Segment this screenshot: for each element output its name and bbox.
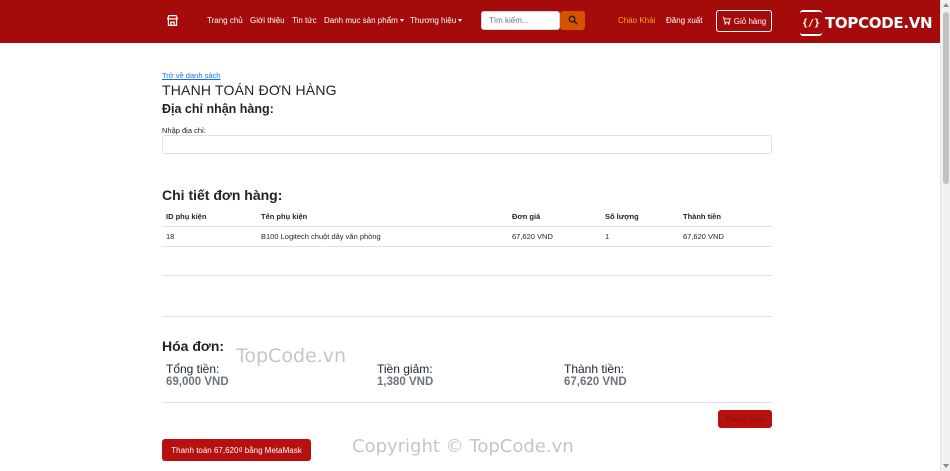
column-header-subtotal: Thành tiền [683, 212, 721, 221]
welcome-user[interactable]: Chào Khải [618, 16, 655, 25]
back-to-list-link[interactable]: Trở về danh sách [162, 71, 220, 80]
divider [162, 275, 772, 276]
total-label: Tổng tiền: [166, 362, 220, 376]
brand-logo[interactable]: {/} TOPCODE.VN [800, 9, 933, 37]
checkout-button[interactable]: Thanh toán [718, 410, 772, 428]
column-header-price: Đơn giá [512, 212, 541, 221]
nav-dropdown-brands[interactable]: Thương hiệu [410, 16, 463, 25]
cell-subtotal: 67,620 VND [683, 232, 724, 241]
nav-dropdown-categories[interactable]: Danh mục sản phẩm [324, 16, 404, 25]
chevron-down-icon [399, 19, 404, 22]
scroll-up-icon[interactable] [943, 3, 949, 7]
search-button[interactable] [560, 11, 585, 30]
page-scrollbar[interactable] [940, 0, 950, 471]
order-table: ID phụ kiện Tên phụ kiện Đơn giá Số lượn… [162, 207, 772, 247]
column-header-quantity: Số lượng [605, 212, 639, 221]
table-header-row: ID phụ kiện Tên phụ kiện Đơn giá Số lượn… [162, 207, 772, 227]
logout-link[interactable]: Đăng xuất [666, 16, 702, 25]
chevron-down-icon [458, 19, 463, 22]
total-value: 69,000 VND [166, 376, 229, 388]
watermark-text: TopCode.vn [236, 345, 347, 367]
scrollbar-thumb[interactable] [943, 12, 949, 184]
invoice-heading: Hóa đơn: [162, 338, 225, 354]
nav-link-news[interactable]: Tin tức [292, 16, 317, 25]
search-icon [568, 12, 578, 30]
final-total-value: 67,620 VND [564, 376, 627, 388]
discount-label: Tiền giảm: [377, 362, 433, 376]
page-title: THANH TOÁN ĐƠN HÀNG [162, 82, 337, 98]
address-input[interactable] [162, 135, 772, 154]
divider [162, 316, 772, 317]
address-label: Nhập địa chỉ: [162, 126, 206, 135]
metamask-pay-button[interactable]: Thanh toán 67,620₫ bằng MetaMask [162, 439, 311, 461]
store-icon[interactable] [166, 14, 179, 27]
table-row: 18 B100 Logitech chuột dây văn phòng 67,… [162, 227, 772, 247]
column-header-id: ID phụ kiện [166, 212, 207, 221]
nav-dropdown-categories-label: Danh mục sản phẩm [324, 16, 398, 25]
code-icon: {/} [800, 12, 822, 34]
scroll-down-icon[interactable] [943, 464, 949, 468]
cart-button[interactable]: Giỏ hàng [716, 10, 772, 32]
discount-value: 1,380 VND [377, 376, 434, 388]
nav-dropdown-brands-label: Thương hiệu [410, 16, 457, 25]
brand-text: TOPCODE.VN [825, 14, 933, 32]
brand-badge: {/} [800, 10, 822, 36]
column-header-name: Tên phụ kiện [261, 212, 308, 221]
cell-id: 18 [166, 232, 175, 241]
nav-link-about[interactable]: Giới thiệu [250, 16, 285, 25]
cell-name: B100 Logitech chuột dây văn phòng [261, 232, 381, 241]
cart-button-label: Giỏ hàng [733, 16, 767, 26]
divider [162, 402, 772, 403]
search-input[interactable]: Tìm kiếm... [481, 11, 560, 30]
watermark-copyright: Copyright © TopCode.vn [352, 436, 574, 457]
order-detail-heading: Chi tiết đơn hàng: [162, 187, 283, 203]
nav-link-home[interactable]: Trang chủ [207, 16, 243, 25]
cell-price: 67,620 VND [512, 232, 553, 241]
cell-quantity: 1 [605, 232, 610, 241]
cart-icon [722, 16, 731, 27]
final-total-label: Thành tiền: [564, 362, 625, 376]
top-navbar: Trang chủ Giới thiệu Tin tức Danh mục sả… [0, 0, 940, 43]
address-heading: Địa chỉ nhận hàng: [162, 102, 274, 116]
